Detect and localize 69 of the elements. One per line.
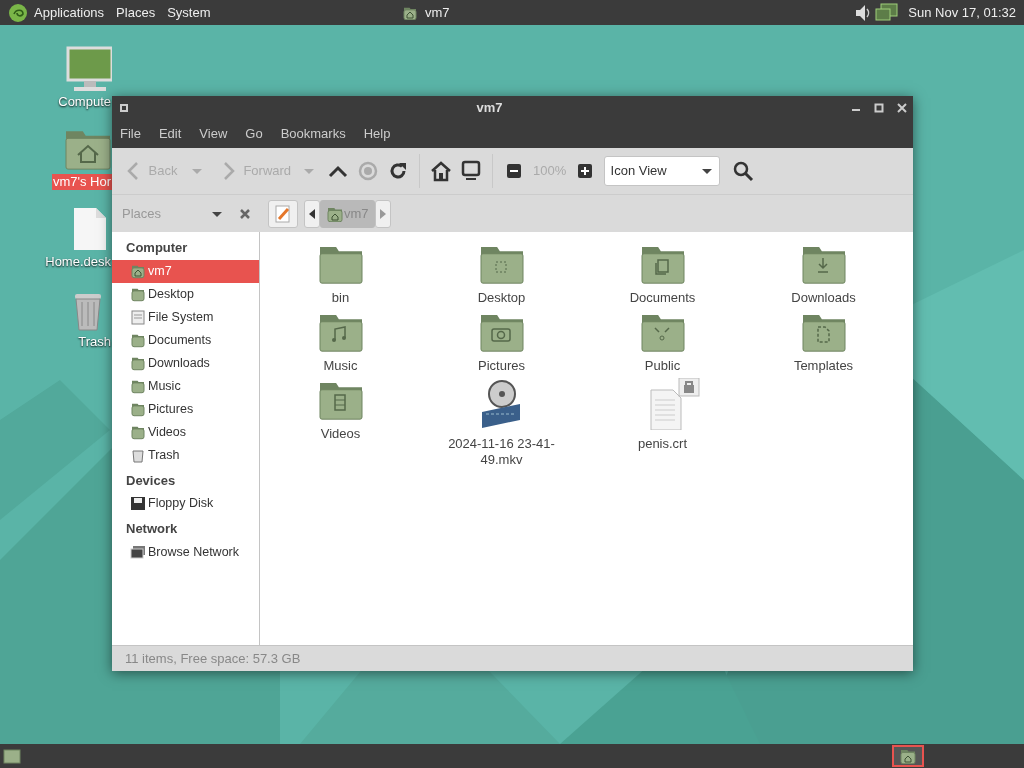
menu-item[interactable]: Go — [236, 124, 272, 144]
desktop-icon-label[interactable]: vm7's Hor — [51, 174, 112, 190]
folder-icon — [130, 332, 146, 348]
sidebar-item[interactable]: Music — [112, 374, 259, 398]
sidebar-item[interactable]: Trash — [112, 443, 259, 467]
sidebar-item[interactable]: Browse Network — [112, 540, 259, 564]
network-icon[interactable] — [875, 2, 900, 23]
taskbar-button[interactable] — [892, 745, 924, 767]
menu-item[interactable]: Help — [354, 124, 400, 144]
pencil-icon — [272, 203, 293, 224]
folder-icon — [402, 5, 419, 20]
sidebar-heading: Network — [125, 520, 179, 538]
left-arrow-icon — [309, 208, 315, 219]
scroll-left-button[interactable] — [304, 199, 320, 228]
sidebar-item[interactable]: vm7 — [112, 259, 259, 283]
folder-item[interactable]: Pictures — [421, 310, 582, 374]
folder-item[interactable]: Documents — [582, 242, 743, 306]
menu-item[interactable]: File — [112, 124, 150, 144]
status-bar: 11 items, Free space: 57.3 GB — [112, 645, 913, 671]
folder-icon — [130, 401, 146, 417]
panel-clock[interactable]: Sun Nov 17, 01:32 — [902, 2, 1024, 23]
sidebar-heading: Devices — [125, 471, 177, 490]
sidebar-item[interactable]: Documents — [112, 328, 259, 352]
trash-icon — [130, 447, 146, 463]
network-icon — [130, 544, 146, 560]
sidebar-item[interactable]: File System — [112, 305, 259, 329]
sidebar-item[interactable]: Videos — [112, 420, 259, 444]
panel-menu[interactable]: System — [161, 2, 217, 23]
folder-item[interactable]: bin — [260, 242, 421, 306]
folder-icon — [130, 424, 146, 440]
menu-item[interactable]: Bookmarks — [271, 124, 355, 144]
home-folder-icon — [326, 205, 344, 222]
folder-item[interactable]: Templates — [743, 310, 904, 374]
close-icon[interactable] — [239, 207, 251, 220]
sidebar-heading: Computer — [125, 239, 189, 257]
window-title: vm7 — [475, 99, 504, 118]
show-desktop-icon[interactable] — [2, 746, 22, 766]
folder-icon — [130, 355, 146, 371]
menu-item[interactable]: Edit — [149, 124, 191, 144]
home-folder-icon — [130, 263, 146, 279]
video-item[interactable]: 2024-11-16 23-41-49.mkv — [421, 378, 582, 468]
maximize-icon[interactable] — [873, 103, 884, 113]
menu-item[interactable]: View — [190, 124, 237, 144]
panel-menu[interactable]: Applications — [28, 2, 111, 23]
sidebar-item[interactable]: Pictures — [112, 397, 259, 421]
search-icon — [731, 160, 754, 182]
sidebar-item[interactable]: Downloads — [112, 351, 259, 375]
computer-icon — [460, 160, 483, 182]
edit-location-button[interactable] — [267, 199, 298, 228]
drive-icon — [130, 309, 146, 325]
right-arrow-icon — [379, 208, 386, 219]
sidebar-item[interactable]: Desktop — [112, 282, 259, 306]
distro-logo-icon[interactable] — [8, 2, 28, 23]
view-dropdown[interactable]: Icon View — [603, 156, 720, 186]
folder-icon — [130, 286, 146, 302]
home-icon — [430, 160, 453, 182]
folder-item[interactable]: Public — [582, 310, 743, 374]
home-folder-icon — [899, 748, 917, 764]
folder-item[interactable]: Downloads — [743, 242, 904, 306]
folder-item[interactable]: Music — [260, 310, 421, 374]
panel-task-button[interactable]: vm7 — [402, 2, 450, 23]
document-item[interactable]: penis.crt — [582, 378, 743, 468]
folder-item[interactable]: Videos — [260, 378, 421, 468]
stop-icon — [357, 160, 380, 182]
folder-item[interactable]: Desktop — [421, 242, 582, 306]
panel-menu[interactable]: Places — [110, 2, 162, 23]
window-menu-icon[interactable] — [118, 103, 129, 113]
sidebar-item[interactable]: Floppy Disk — [112, 492, 259, 515]
folder-icon — [130, 378, 146, 394]
